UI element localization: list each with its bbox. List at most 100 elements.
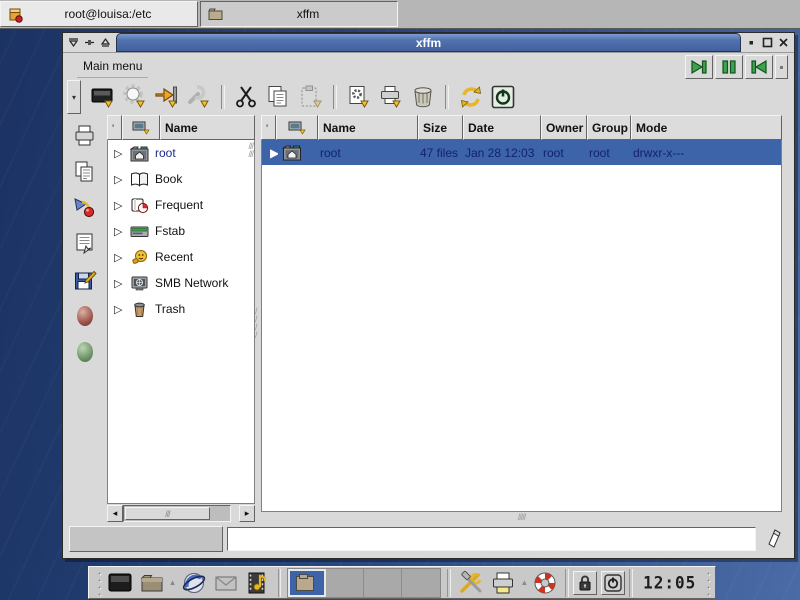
go-forward-button[interactable]: [685, 55, 713, 79]
popup-arrow-icon[interactable]: ▲: [168, 568, 178, 598]
tree-row-recent[interactable]: ▷ Recent: [108, 244, 254, 270]
panel-help-launcher[interactable]: [529, 568, 561, 598]
tree-item-label: Frequent: [155, 198, 203, 212]
iconify-button[interactable]: [745, 36, 758, 49]
tree-row-frequent[interactable]: ▷ Frequent: [108, 192, 254, 218]
panel-handle-left[interactable]: [93, 569, 102, 596]
home-folder-icon: [278, 144, 316, 161]
pause-button[interactable]: [715, 55, 743, 79]
column-header-name[interactable]: Name: [318, 115, 418, 140]
tree-row-trash[interactable]: ▷ Trash: [108, 296, 254, 322]
run-button[interactable]: [120, 82, 150, 112]
tree-corner-button[interactable]: ': [107, 115, 122, 140]
side-record-red-button[interactable]: [71, 303, 99, 329]
side-record-green-button[interactable]: [71, 339, 99, 365]
expander-icon[interactable]: ▷: [114, 303, 124, 316]
maximize-button[interactable]: [761, 36, 774, 49]
scrollbar-track[interactable]: ///: [123, 505, 231, 522]
workspace-2[interactable]: [326, 569, 364, 597]
tree-row-root[interactable]: ▷ root: [108, 140, 254, 166]
paste-icon: [298, 84, 324, 110]
column-header-group[interactable]: Group: [587, 115, 631, 140]
workspace-1-active[interactable]: [288, 569, 326, 597]
tools-button[interactable]: [184, 82, 214, 112]
cut-button[interactable]: [232, 82, 262, 112]
column-header-mode[interactable]: Mode: [631, 115, 782, 140]
exit-button[interactable]: [488, 82, 518, 112]
status-entry[interactable]: [227, 527, 756, 551]
side-duplicate-button[interactable]: [71, 159, 99, 185]
stick-button[interactable]: [83, 36, 96, 49]
refresh-button[interactable]: [456, 82, 486, 112]
toolbar-collapse-button[interactable]: ▾: [67, 80, 81, 114]
panel-tools-launcher[interactable]: [455, 568, 487, 598]
goto-button[interactable]: [152, 82, 182, 112]
task-button-terminal[interactable]: root@louisa:/etc: [0, 1, 198, 27]
file-icon-column-header[interactable]: [276, 115, 318, 140]
expander-icon[interactable]: ▶: [262, 146, 278, 160]
paste-button[interactable]: [296, 82, 326, 112]
scroll-right-button[interactable]: ▸: [239, 505, 255, 522]
statusbar: [63, 522, 794, 558]
panel-file-manager-launcher[interactable]: [136, 568, 168, 598]
panel-handle-right[interactable]: [702, 569, 711, 596]
recent-smiley-icon: [130, 249, 149, 266]
tree-item-label: Recent: [155, 250, 193, 264]
column-header-date[interactable]: Date: [463, 115, 541, 140]
window-menu-button[interactable]: [67, 36, 80, 49]
expander-icon[interactable]: ▷: [114, 199, 124, 212]
file-mode: drwxr-x---: [629, 146, 781, 160]
panel-media-player-launcher[interactable]: [242, 568, 274, 598]
tree-icon-column-header[interactable]: [122, 115, 160, 140]
tree-resize-grip[interactable]: //////: [248, 142, 253, 158]
paned-handle[interactable]: ////: [255, 115, 261, 522]
task-button-xffm[interactable]: xffm: [200, 1, 398, 27]
workspace-4[interactable]: [402, 569, 440, 597]
panel-quit-button[interactable]: [601, 571, 625, 595]
side-save-button[interactable]: [71, 267, 99, 293]
side-print-button[interactable]: [71, 123, 99, 149]
workspace-3[interactable]: [364, 569, 402, 597]
task-label: root@louisa:/etc: [25, 7, 191, 21]
panel-mail-launcher[interactable]: [210, 568, 242, 598]
sort-computer-icon: [288, 121, 306, 135]
close-button[interactable]: [777, 36, 790, 49]
file-row-root-selected[interactable]: ▶ root 47 files Jan 28 12:03 root root: [262, 140, 781, 165]
column-header-owner[interactable]: Owner: [541, 115, 587, 140]
panel-terminal-launcher[interactable]: [104, 568, 136, 598]
file-corner-button[interactable]: ': [261, 115, 276, 140]
open-terminal-button[interactable]: [88, 82, 118, 112]
tree-row-fstab[interactable]: ▷ Fstab: [108, 218, 254, 244]
panel-clock[interactable]: 12:05: [637, 573, 702, 593]
scroll-left-button[interactable]: ◂: [107, 505, 123, 522]
tree-row-smb-network[interactable]: ▷ SMB Network: [108, 270, 254, 296]
side-jump-button[interactable]: [71, 195, 99, 221]
shade-button[interactable]: [99, 36, 112, 49]
scrollbar-thumb[interactable]: ///: [125, 507, 210, 520]
trash-button[interactable]: [408, 82, 438, 112]
expander-icon[interactable]: ▷: [114, 225, 124, 238]
expander-icon[interactable]: ▷: [114, 251, 124, 264]
side-select-button[interactable]: [71, 231, 99, 257]
clear-status-button[interactable]: [760, 526, 788, 552]
print-button[interactable]: [376, 82, 406, 112]
music-film-icon: [245, 570, 271, 596]
tree-row-book[interactable]: ▷ Book: [108, 166, 254, 192]
expander-icon[interactable]: ▷: [114, 277, 124, 290]
file-panel-grip[interactable]: /////: [261, 512, 782, 522]
main-menu-item[interactable]: Main menu: [77, 55, 148, 78]
panel-web-browser-launcher[interactable]: [178, 568, 210, 598]
expander-icon[interactable]: ▷: [114, 147, 124, 160]
popup-arrow-icon[interactable]: ▲: [519, 568, 529, 598]
nav-detach-button[interactable]: [775, 55, 788, 79]
go-back-button[interactable]: [745, 55, 773, 79]
panel-lock-button[interactable]: [573, 571, 597, 595]
tree-name-column-header[interactable]: Name: [160, 115, 255, 140]
copy-button[interactable]: [264, 82, 294, 112]
properties-button[interactable]: [344, 82, 374, 112]
panel-print-launcher[interactable]: [487, 568, 519, 598]
column-header-size[interactable]: Size: [418, 115, 463, 140]
window-title[interactable]: xffm: [116, 33, 741, 52]
expander-icon[interactable]: ▷: [114, 173, 124, 186]
tree-item-label: Book: [155, 172, 182, 186]
